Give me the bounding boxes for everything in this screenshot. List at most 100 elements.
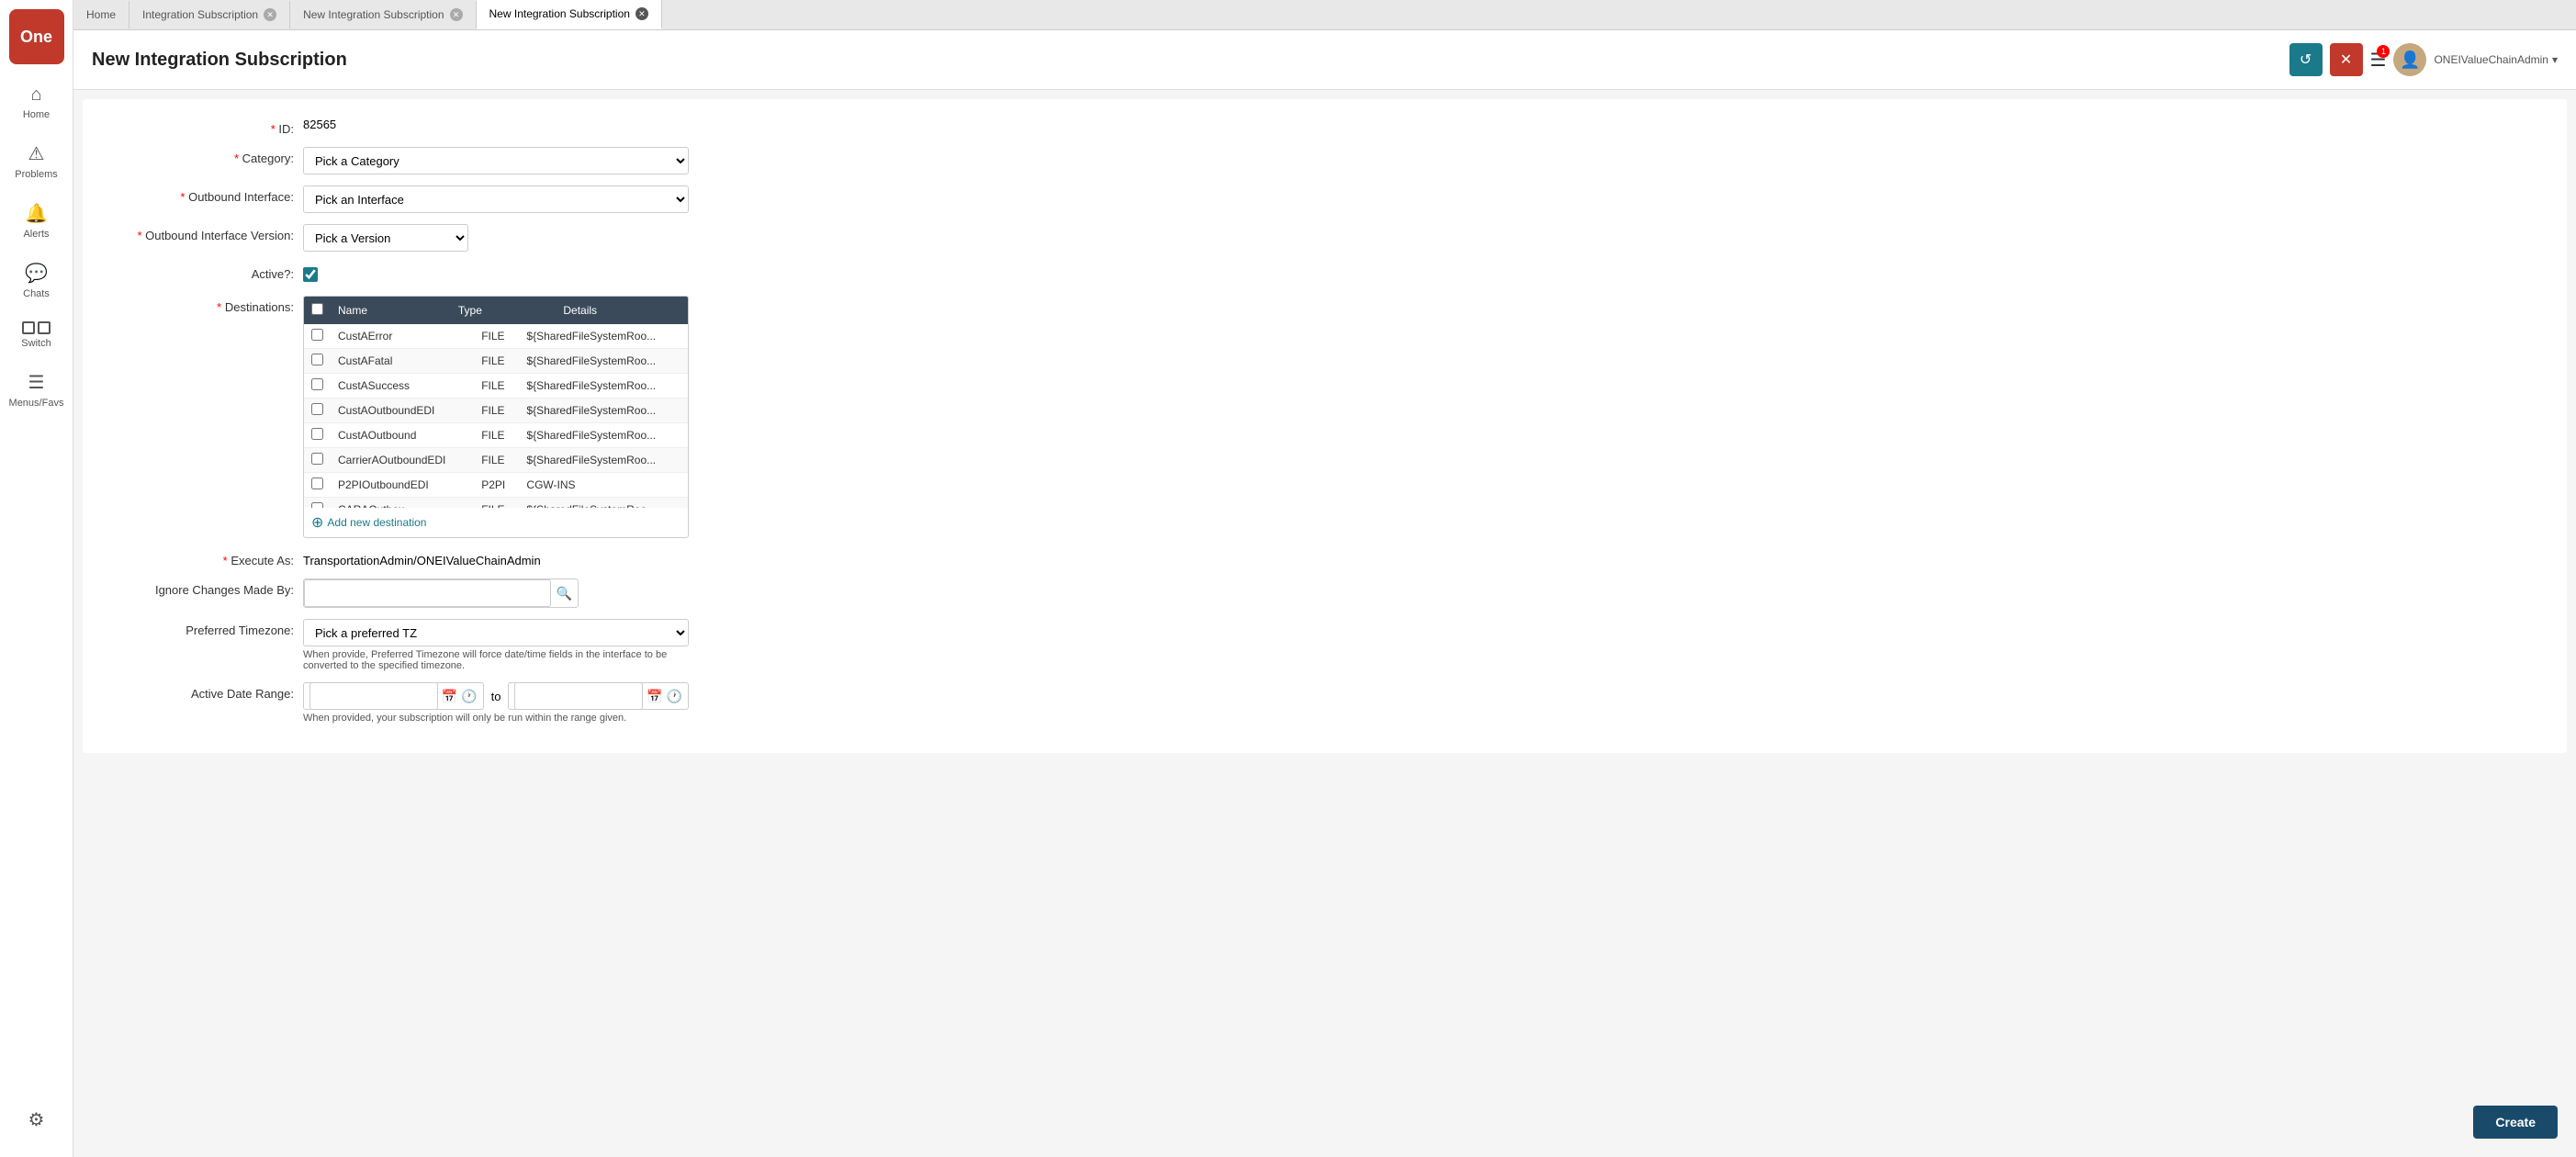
preferred-tz-select[interactable]: Pick a preferred TZ	[303, 619, 689, 646]
sidebar: One ⌂ Home ⚠ Problems 🔔 Alerts 💬 Chats S…	[0, 0, 73, 1157]
user-dropdown[interactable]: ONEIValueChainAdmin ▾	[2434, 53, 2558, 66]
row-check[interactable]	[304, 423, 331, 448]
sidebar-item-menus[interactable]: ☰ Menus/Favs	[0, 360, 73, 420]
row-type: FILE	[474, 423, 519, 448]
notification-badge: 1	[2377, 45, 2390, 58]
row-details: ${SharedFileSystemRoo...	[519, 324, 688, 349]
ignore-changes-control: 🔍	[303, 578, 689, 608]
sidebar-item-chats[interactable]: 💬 Chats	[0, 251, 73, 310]
date-range-hint: When provided, your subscription will on…	[303, 713, 689, 724]
settings-icon: ⚙	[28, 1108, 45, 1131]
row-check[interactable]	[304, 473, 331, 498]
table-row[interactable]: CustASuccess FILE ${SharedFileSystemRoo.…	[304, 374, 688, 399]
avatar: 👤	[2393, 43, 2426, 76]
row-check[interactable]	[304, 349, 331, 374]
outbound-version-control: Pick a Version	[303, 224, 689, 252]
date-range-to-label: to	[491, 690, 501, 703]
start-date-wrap: 📅 🕐	[303, 682, 484, 710]
row-name: CustASuccess	[331, 374, 474, 399]
row-type: FILE	[474, 498, 519, 509]
sidebar-item-switch[interactable]: Switch	[0, 310, 73, 360]
row-name: CARAOutbox	[331, 498, 474, 509]
calendar-start-icon[interactable]: 📅	[442, 689, 457, 704]
row-type: FILE	[474, 399, 519, 423]
row-name: CustAFatal	[331, 349, 474, 374]
sidebar-item-problems[interactable]: ⚠ Problems	[0, 131, 73, 191]
table-row[interactable]: CarrierAOutboundEDI FILE ${SharedFileSys…	[304, 448, 688, 473]
tab-new-integration-2[interactable]: New Integration Subscription ✕	[477, 0, 662, 29]
row-check[interactable]	[304, 374, 331, 399]
form-row-ignore-changes: Ignore Changes Made By: 🔍	[110, 578, 2539, 608]
tab-integration-subscription[interactable]: Integration Subscription ✕	[129, 1, 290, 28]
outbound-version-select[interactable]: Pick a Version	[303, 224, 468, 252]
table-row[interactable]: CustAOutboundEDI FILE ${SharedFileSystem…	[304, 399, 688, 423]
tab-close-new-1[interactable]: ✕	[450, 8, 463, 21]
app-logo[interactable]: One	[9, 9, 64, 64]
sidebar-item-alerts[interactable]: 🔔 Alerts	[0, 191, 73, 251]
tz-hint: When provide, Preferred Timezone will fo…	[303, 649, 689, 671]
create-button[interactable]: Create	[2473, 1106, 2558, 1139]
table-row[interactable]: P2PIOutboundEDI P2PI CGW-INS	[304, 473, 688, 498]
table-row[interactable]: CustAFatal FILE ${SharedFileSystemRoo...	[304, 349, 688, 374]
outbound-interface-select[interactable]: Pick an Interface	[303, 185, 689, 213]
header-actions: ↺ ✕ ☰ 1 👤 ONEIValueChainAdmin ▾	[2289, 43, 2558, 76]
calendar-end-icon[interactable]: 📅	[647, 689, 662, 704]
row-details: ${SharedFileSystemRoo...	[519, 498, 688, 509]
row-details: ${SharedFileSystemRoo...	[519, 448, 688, 473]
tab-close-integration[interactable]: ✕	[264, 8, 276, 21]
start-date-input[interactable]	[309, 682, 438, 710]
tab-new-integration-1[interactable]: New Integration Subscription ✕	[290, 1, 476, 28]
row-details: CGW-INS	[519, 473, 688, 498]
tab-bar: Home Integration Subscription ✕ New Inte…	[73, 0, 2576, 30]
table-row[interactable]: CARAOutbox FILE ${SharedFileSystemRoo...	[304, 498, 688, 509]
menu-icon: ☰	[28, 371, 45, 394]
row-details: ${SharedFileSystemRoo...	[519, 374, 688, 399]
ignore-changes-input[interactable]	[304, 579, 551, 607]
id-value-container: 82565	[303, 118, 689, 131]
clock-start-icon[interactable]: 🕐	[461, 689, 477, 704]
row-type: FILE	[474, 324, 519, 349]
tab-close-new-2[interactable]: ✕	[636, 7, 648, 20]
sidebar-item-settings[interactable]: ⚙	[24, 1097, 50, 1142]
row-check[interactable]	[304, 498, 331, 509]
destinations-label: * Destinations:	[110, 296, 303, 314]
table-row[interactable]: CustAError FILE ${SharedFileSystemRoo...	[304, 324, 688, 349]
end-date-input[interactable]	[514, 682, 643, 710]
destinations-control: Name Type Details CustAError	[303, 296, 689, 538]
row-type: P2PI	[474, 473, 519, 498]
row-check[interactable]	[304, 324, 331, 349]
tab-home[interactable]: Home	[73, 1, 129, 28]
table-row[interactable]: CustAOutbound FILE ${SharedFileSystemRoo…	[304, 423, 688, 448]
ignore-changes-search: 🔍	[303, 578, 579, 608]
destinations-table: Name Type Details	[304, 297, 688, 324]
search-button[interactable]: 🔍	[551, 586, 578, 601]
select-all-checkbox[interactable]	[311, 303, 323, 315]
clock-end-icon[interactable]: 🕐	[667, 689, 682, 704]
menu-button[interactable]: ☰ 1	[2370, 49, 2387, 72]
outbound-version-label: * Outbound Interface Version:	[110, 224, 303, 242]
row-type: FILE	[474, 448, 519, 473]
add-destination-button[interactable]: ⊕ Add new destination	[304, 508, 688, 537]
row-check[interactable]	[304, 448, 331, 473]
row-name: CarrierAOutboundEDI	[331, 448, 474, 473]
active-checkbox-wrap	[303, 263, 318, 285]
close-form-button[interactable]: ✕	[2330, 43, 2363, 76]
destinations-scroll[interactable]: CustAError FILE ${SharedFileSystemRoo...…	[304, 324, 688, 508]
row-check[interactable]	[304, 399, 331, 423]
col-details: Details	[556, 297, 688, 324]
refresh-button[interactable]: ↺	[2289, 43, 2323, 76]
active-checkbox[interactable]	[303, 267, 318, 282]
end-date-wrap: 📅 🕐	[508, 682, 689, 710]
main-area: Home Integration Subscription ✕ New Inte…	[73, 0, 2576, 1157]
date-range-label: Active Date Range:	[110, 682, 303, 701]
form-row-execute-as: * Execute As: TransportationAdmin/ONEIVa…	[110, 549, 2539, 567]
plus-icon: ⊕	[311, 513, 323, 532]
sidebar-item-home[interactable]: ⌂ Home	[0, 73, 73, 131]
category-label: * Category:	[110, 147, 303, 165]
col-name: Name	[331, 297, 451, 324]
form-row-outbound-version: * Outbound Interface Version: Pick a Ver…	[110, 224, 2539, 252]
page-header: New Integration Subscription ↺ ✕ ☰ 1 👤 O…	[73, 30, 2576, 90]
row-name: CustAOutbound	[331, 423, 474, 448]
outbound-interface-label: * Outbound Interface:	[110, 185, 303, 204]
category-select[interactable]: Pick a Category	[303, 147, 689, 174]
